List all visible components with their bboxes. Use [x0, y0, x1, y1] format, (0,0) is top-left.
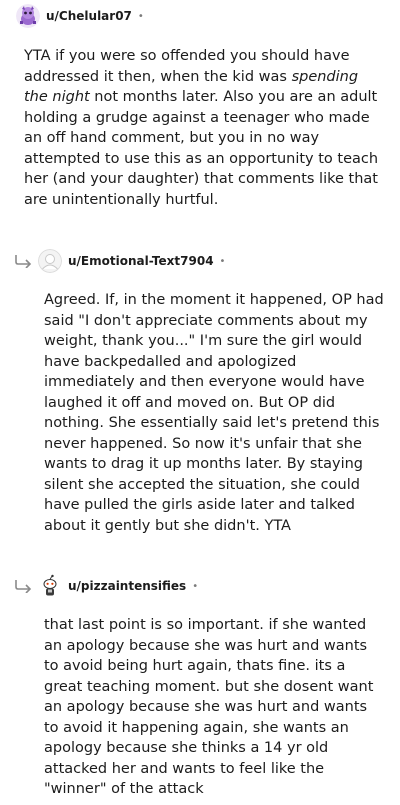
comment-3-separator: • — [192, 580, 199, 592]
comment-1-separator: • — [137, 10, 144, 22]
comment-1-header: u/Chelular07 • — [16, 4, 144, 28]
snoo-avatar-icon[interactable] — [38, 574, 62, 598]
comment-2-username[interactable]: u/Emotional-Text7904 — [68, 254, 214, 268]
comment-1-body-part-2: not months later. Also you are an adult … — [24, 89, 379, 208]
reply-arrow-icon — [15, 255, 32, 268]
comment-2-body: Agreed. If, in the moment it happened, O… — [44, 292, 384, 534]
comment-1-username[interactable]: u/Chelular07 — [46, 9, 132, 23]
comment-3-body: that last point is so important. if she … — [44, 617, 374, 797]
default-gray-avatar-icon[interactable] — [38, 249, 62, 273]
comment-1-body: YTA if you were so offended you should h… — [24, 46, 380, 210]
comment-3-username[interactable]: u/pizzaintensifies — [68, 579, 186, 593]
comment-3-header: u/pizzaintensifies • — [38, 574, 198, 598]
comment-2-header: u/Emotional-Text7904 • — [38, 249, 225, 273]
purple-snoo-avatar-icon[interactable] — [16, 4, 40, 28]
reply-arrow-icon — [15, 580, 32, 593]
comment-2-separator: • — [219, 255, 226, 267]
